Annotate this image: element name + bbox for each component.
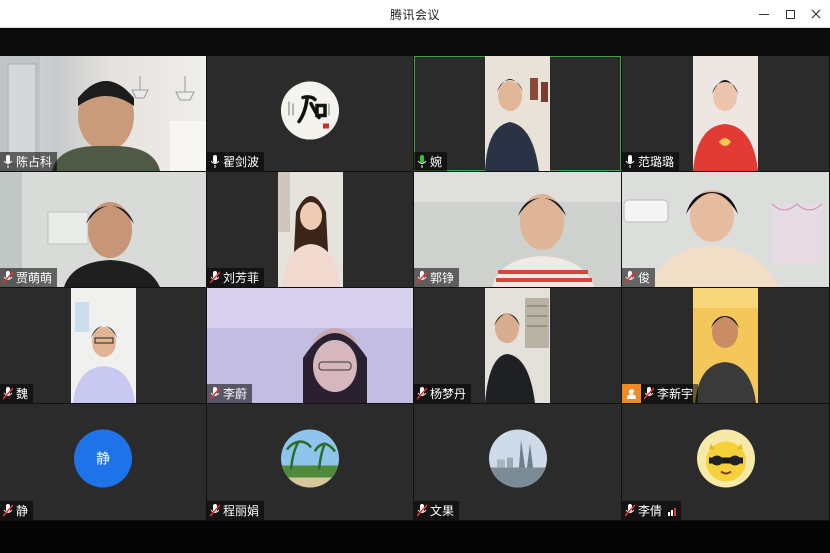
video-tile[interactable]: 文果 (414, 404, 621, 520)
user-icon (622, 384, 641, 403)
video-tile[interactable]: 魏 (0, 288, 206, 403)
gallery-bottom-bar (0, 521, 830, 553)
participant-name-tag: 魏 (0, 384, 34, 403)
mic-on-icon (625, 155, 635, 168)
participant-name: 刘芳菲 (223, 271, 260, 285)
mic-muted-icon (417, 271, 427, 284)
participant-name: 杨梦丹 (430, 387, 467, 401)
participant-name: 静 (16, 504, 29, 518)
mic-muted-icon (417, 387, 427, 400)
video-tile[interactable]: 郭铮 (414, 172, 621, 287)
participant-name: 贾萌萌 (16, 271, 53, 285)
participant-name: 魏 (16, 387, 29, 401)
participant-name-tag: 俊 (622, 268, 656, 287)
participant-avatar: 静 (74, 429, 132, 488)
mic-muted-icon (644, 387, 654, 400)
video-gallery: 陈占科 翟剑波 婉 范璐璐 贾萌萌 刘芳菲 郭铮 俊 魏 李蔚 杨梦丹 李新宇 … (0, 56, 830, 521)
participant-name: 程丽娟 (223, 504, 260, 518)
participant-name-tag: 范璐璐 (622, 152, 680, 171)
mic-muted-icon (3, 271, 13, 284)
video-tile[interactable]: 静 静 (0, 404, 206, 520)
participant-avatar (281, 81, 339, 140)
window-title: 腾讯会议 (389, 8, 440, 22)
participant-name: 范璐璐 (638, 155, 675, 169)
participant-name: 陈占科 (16, 155, 53, 169)
mic-muted-icon (210, 504, 220, 517)
maximize-icon[interactable] (778, 3, 802, 25)
participant-name-tag: 李新宇 (622, 384, 699, 403)
gallery-top-bar (0, 28, 830, 56)
video-tile[interactable]: 婉 (414, 56, 621, 171)
mic-muted-icon (3, 387, 13, 400)
participant-avatar (488, 429, 547, 488)
mic-on-icon (210, 155, 220, 168)
close-icon[interactable] (804, 3, 828, 25)
participant-name: 俊 (638, 271, 651, 285)
mic-muted-icon (417, 504, 427, 517)
participant-name-tag: 李蔚 (207, 384, 253, 403)
video-tile[interactable]: 李蔚 (207, 288, 413, 403)
signal-strength-icon (668, 506, 677, 516)
mic-muted-icon (625, 271, 635, 284)
participant-name: 婉 (430, 155, 443, 169)
participant-name-tag: 贾萌萌 (0, 268, 58, 287)
participant-name: 翟剑波 (223, 155, 260, 169)
mic-on-icon (3, 155, 13, 168)
mic-muted-icon (210, 271, 220, 284)
video-tile[interactable]: 俊 (622, 172, 829, 287)
participant-video (485, 288, 550, 403)
window-titlebar: 腾讯会议 (0, 0, 830, 28)
video-tile[interactable]: 杨梦丹 (414, 288, 621, 403)
participant-name-tag: 静 (0, 501, 34, 520)
video-tile[interactable]: 陈占科 (0, 56, 206, 171)
participant-name-tag: 刘芳菲 (207, 268, 265, 287)
participant-video (278, 172, 343, 287)
video-tile[interactable]: 李倩 (622, 404, 829, 520)
mic-muted-icon (210, 387, 220, 400)
participant-avatar (696, 429, 755, 488)
participant-name: 李新宇 (657, 387, 694, 401)
participant-name: 李倩 (638, 504, 663, 518)
mic-muted-icon (625, 504, 635, 517)
participant-name-tag: 文果 (414, 501, 460, 520)
participant-avatar (281, 429, 339, 488)
video-tile[interactable]: 范璐璐 (622, 56, 829, 171)
mic-active-icon (417, 155, 427, 168)
participant-name: 李蔚 (223, 387, 248, 401)
participant-video (693, 288, 758, 403)
video-tile[interactable]: 刘芳菲 (207, 172, 413, 287)
participant-name-tag: 陈占科 (0, 152, 58, 171)
video-tile[interactable]: 翟剑波 (207, 56, 413, 171)
participant-name-tag: 杨梦丹 (414, 384, 472, 403)
participant-video (71, 288, 136, 403)
video-tile[interactable]: 贾萌萌 (0, 172, 206, 287)
participant-name-tag: 郭铮 (414, 268, 460, 287)
participant-video (485, 56, 550, 171)
participant-video (693, 56, 758, 171)
video-tile[interactable]: 程丽娟 (207, 404, 413, 520)
participant-name: 郭铮 (430, 271, 455, 285)
avatar-initial: 静 (96, 451, 110, 468)
participant-name: 文果 (430, 504, 455, 518)
participant-name-tag: 李倩 (622, 501, 682, 520)
mic-muted-icon (3, 504, 13, 517)
participant-name-tag: 程丽娟 (207, 501, 265, 520)
minimize-icon[interactable] (752, 3, 776, 25)
participant-name-tag: 翟剑波 (207, 152, 265, 171)
video-tile[interactable]: 李新宇 (622, 288, 829, 403)
participant-name-tag: 婉 (414, 152, 448, 171)
